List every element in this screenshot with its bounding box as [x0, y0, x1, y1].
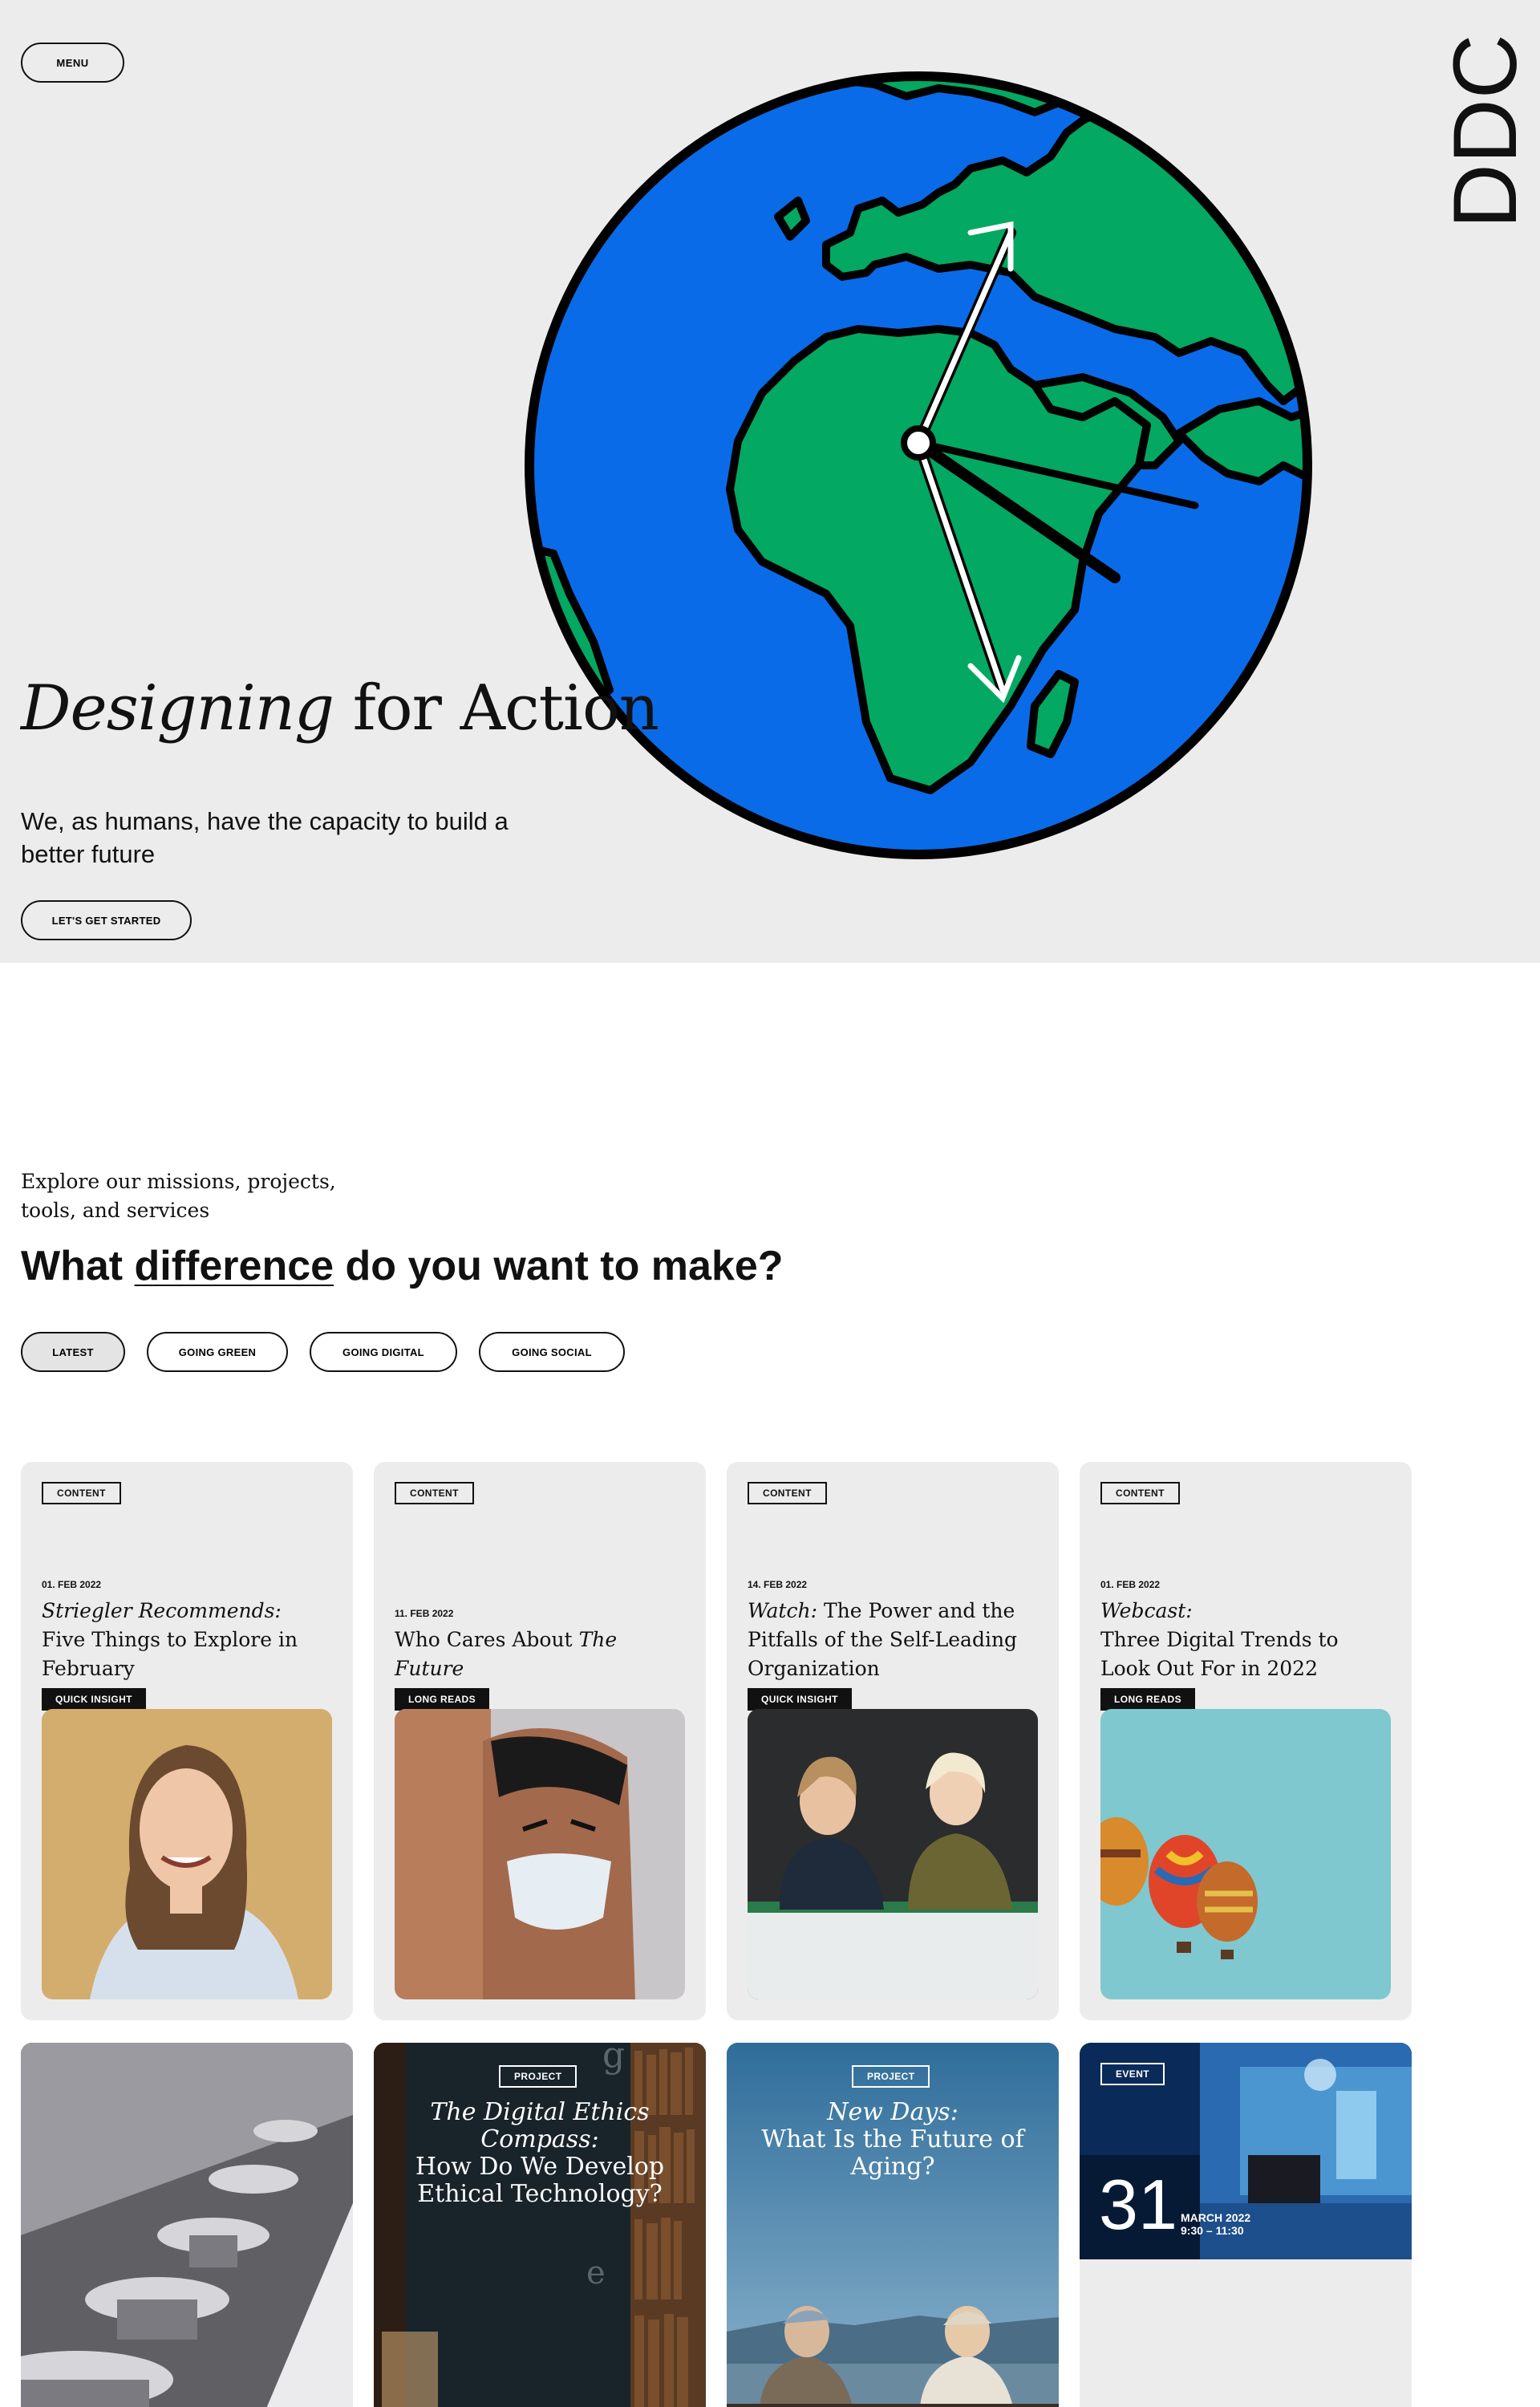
card-image [395, 1709, 685, 1999]
filter-bar: LATEST GOING GREEN GOING DIGITAL GOING S… [21, 1332, 625, 1372]
card-tag: PROJECT [499, 2065, 578, 2088]
project-card[interactable]: PROJECT New Days: What Is the Future of A… [727, 2043, 1059, 2407]
image-card[interactable] [21, 2043, 353, 2407]
filter-latest[interactable]: LATEST [21, 1332, 125, 1372]
filter-going-social[interactable]: GOING SOCIAL [479, 1332, 625, 1372]
card-text: 01. FEB 2022 Webcast: Three Digital Trend… [1100, 1579, 1389, 1711]
card-title-rest: Three Digital Trends to Look Out For in … [1100, 1628, 1339, 1680]
event-time: 9:30 – 11:30 [1181, 2224, 1244, 2237]
card-title-rest: What Is the Future of Aging? [761, 2125, 1024, 2181]
card-image [42, 1709, 332, 1999]
card-date: 01. FEB 2022 [1100, 1579, 1161, 1590]
card-title: Who Cares About The Future [395, 1626, 683, 1683]
event-date: MARCH 2022 9:30 – 11:30 [1181, 2211, 1250, 2237]
event-card[interactable]: EVENT 31 MARCH 2022 9:30 – 11:30 [1080, 2043, 1412, 2407]
card-text: 01. FEB 2022 Striegler Recommends: Five T… [42, 1579, 330, 1711]
card-text: 11. FEB 2022 Who Cares About The Future … [395, 1608, 683, 1711]
content-card[interactable]: CONTENT 11. FEB 2022 Who Cares About The… [374, 1462, 706, 2020]
card-title-italic: New Days: [827, 2098, 958, 2126]
svg-text:e: e [586, 2255, 606, 2291]
question-after: do you want to make? [334, 1243, 784, 1289]
ddc-logo[interactable]: DDC [1436, 32, 1532, 233]
card-badge: LONG READS [395, 1688, 490, 1711]
card-title-italic: Webcast: [1100, 1599, 1193, 1622]
filter-going-green[interactable]: GOING GREEN [147, 1332, 288, 1372]
card-tag: CONTENT [1100, 1482, 1180, 1504]
content-card[interactable]: CONTENT 01. FEB 2022 Webcast: Three Digit… [1080, 1462, 1412, 2020]
card-tag: CONTENT [42, 1482, 121, 1504]
hero-subtitle: We, as humans, have the capacity to buil… [21, 807, 509, 868]
logo-text: DDC [1436, 34, 1532, 229]
event-day: 31 [1099, 2165, 1177, 2244]
question-before: What [21, 1243, 135, 1289]
card-tag: PROJECT [852, 2065, 930, 2088]
filter-going-digital[interactable]: GOING DIGITAL [310, 1332, 457, 1372]
card-title-italic: Striegler Recommends: [42, 1599, 282, 1622]
card-title: Webcast: Three Digital Trends to Look Out… [1100, 1597, 1389, 1683]
card-image [21, 2043, 353, 2407]
card-text: 14. FEB 2022 Watch: The Power and the Pi… [748, 1579, 1036, 1711]
card-date: 14. FEB 2022 [748, 1579, 808, 1590]
card-badge: QUICK INSIGHT [748, 1688, 852, 1711]
card-date: 01. FEB 2022 [42, 1579, 102, 1590]
hero-title-rest: for Action [333, 672, 659, 745]
explore-intro: Explore our missions, projects, tools, a… [21, 1170, 336, 1222]
card-date: 11. FEB 2022 [395, 1608, 454, 1619]
card-title-italic: Watch: [748, 1599, 817, 1622]
hero-title-italic: Designing [21, 672, 334, 745]
card-tag: CONTENT [748, 1482, 827, 1504]
card-image [1100, 1709, 1391, 1999]
card-title-rest: How Do We Develop Ethical Technology? [415, 2153, 665, 2208]
card-image [748, 1709, 1038, 1999]
content-card[interactable]: CONTENT 01. FEB 2022 Striegler Recommend… [21, 1462, 353, 2020]
card-title: New Days: What Is the Future of Aging? [759, 2099, 1027, 2181]
menu-button[interactable]: MENU [21, 43, 124, 83]
event-month: MARCH 2022 [1181, 2211, 1251, 2224]
card-title: The Digital Ethics Compass: How Do We Dev… [406, 2099, 674, 2208]
svg-text:g: g [602, 2043, 625, 2076]
hero-title: Designing for Action [21, 672, 659, 745]
globe-illustration [525, 71, 1312, 859]
card-title: Striegler Recommends: Five Things to Expl… [42, 1597, 330, 1683]
content-card[interactable]: CONTENT 14. FEB 2022 Watch: The Power an… [727, 1462, 1059, 2020]
card-badge: QUICK INSIGHT [42, 1688, 146, 1711]
get-started-button[interactable]: LET'S GET STARTED [21, 900, 192, 940]
card-tag: CONTENT [395, 1482, 474, 1504]
card-title: Watch: The Power and the Pitfalls of the… [748, 1597, 1036, 1683]
card-tag: EVENT [1100, 2063, 1165, 2085]
hero-section: MENU DDC Designing for Action We, as hum… [0, 0, 1540, 963]
card-title-italic: The Digital Ethics Compass: [430, 2098, 650, 2153]
question-underlined: difference [134, 1243, 334, 1289]
explore-question: What difference do you want to make? [21, 1242, 784, 1290]
project-card[interactable]: g e PROJECT The Digital Ethics Compass: H… [374, 2043, 706, 2407]
card-title-plain: Who Cares About [395, 1628, 579, 1651]
card-badge: LONG READS [1100, 1688, 1196, 1711]
card-title-rest: Five Things to Explore in February [42, 1628, 298, 1680]
